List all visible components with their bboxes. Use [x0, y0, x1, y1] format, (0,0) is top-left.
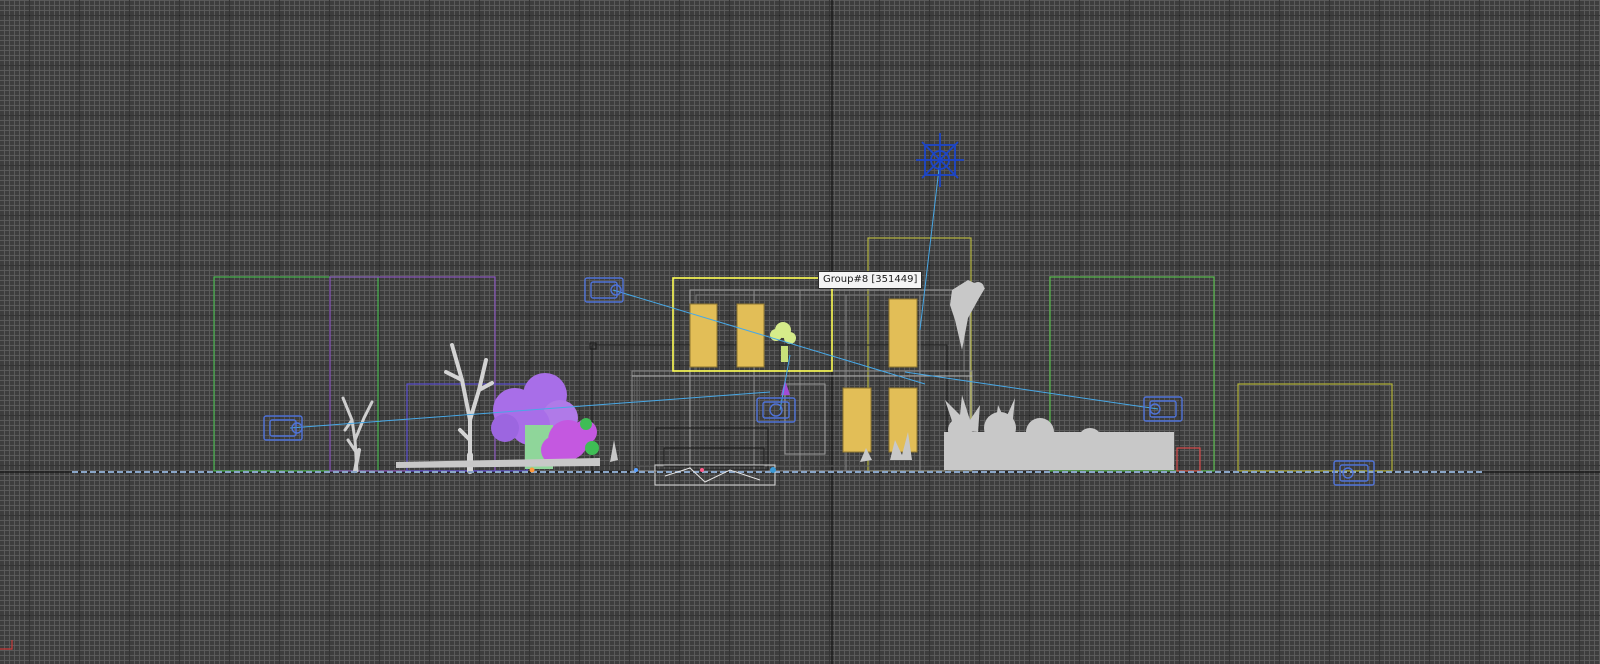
camera-target-lines	[289, 159, 1159, 429]
front-viewport[interactable]: Group#8 [351449]	[0, 0, 1600, 664]
camera-icon[interactable]	[584, 277, 624, 303]
viewport-scene[interactable]	[0, 0, 1600, 664]
object-tooltip: Group#8 [351449]	[818, 271, 923, 289]
camera-icon[interactable]	[1143, 396, 1183, 422]
camera-icon[interactable]	[756, 397, 796, 423]
shrub-cluster-left	[491, 373, 599, 469]
bare-tree-left	[341, 396, 374, 473]
viewport-corner-marker	[0, 640, 13, 650]
ground-line	[72, 464, 1482, 486]
sun-icon[interactable]	[916, 133, 964, 187]
bare-tree-center	[444, 343, 494, 474]
background-bounding-boxes	[213, 237, 1393, 472]
camera-icon[interactable]	[263, 415, 303, 441]
